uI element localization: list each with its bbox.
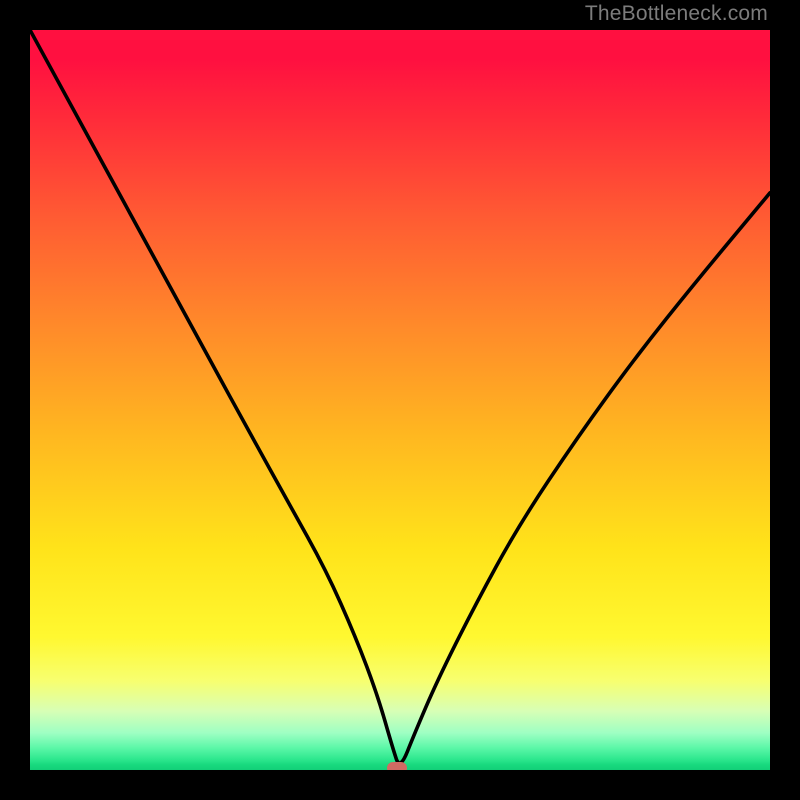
optimal-point-marker — [387, 762, 407, 770]
watermark-text: TheBottleneck.com — [585, 2, 768, 26]
bottleneck-curve — [30, 30, 770, 763]
chart-frame: TheBottleneck.com — [0, 0, 800, 800]
curve-layer — [30, 30, 770, 770]
plot-area — [30, 30, 770, 770]
